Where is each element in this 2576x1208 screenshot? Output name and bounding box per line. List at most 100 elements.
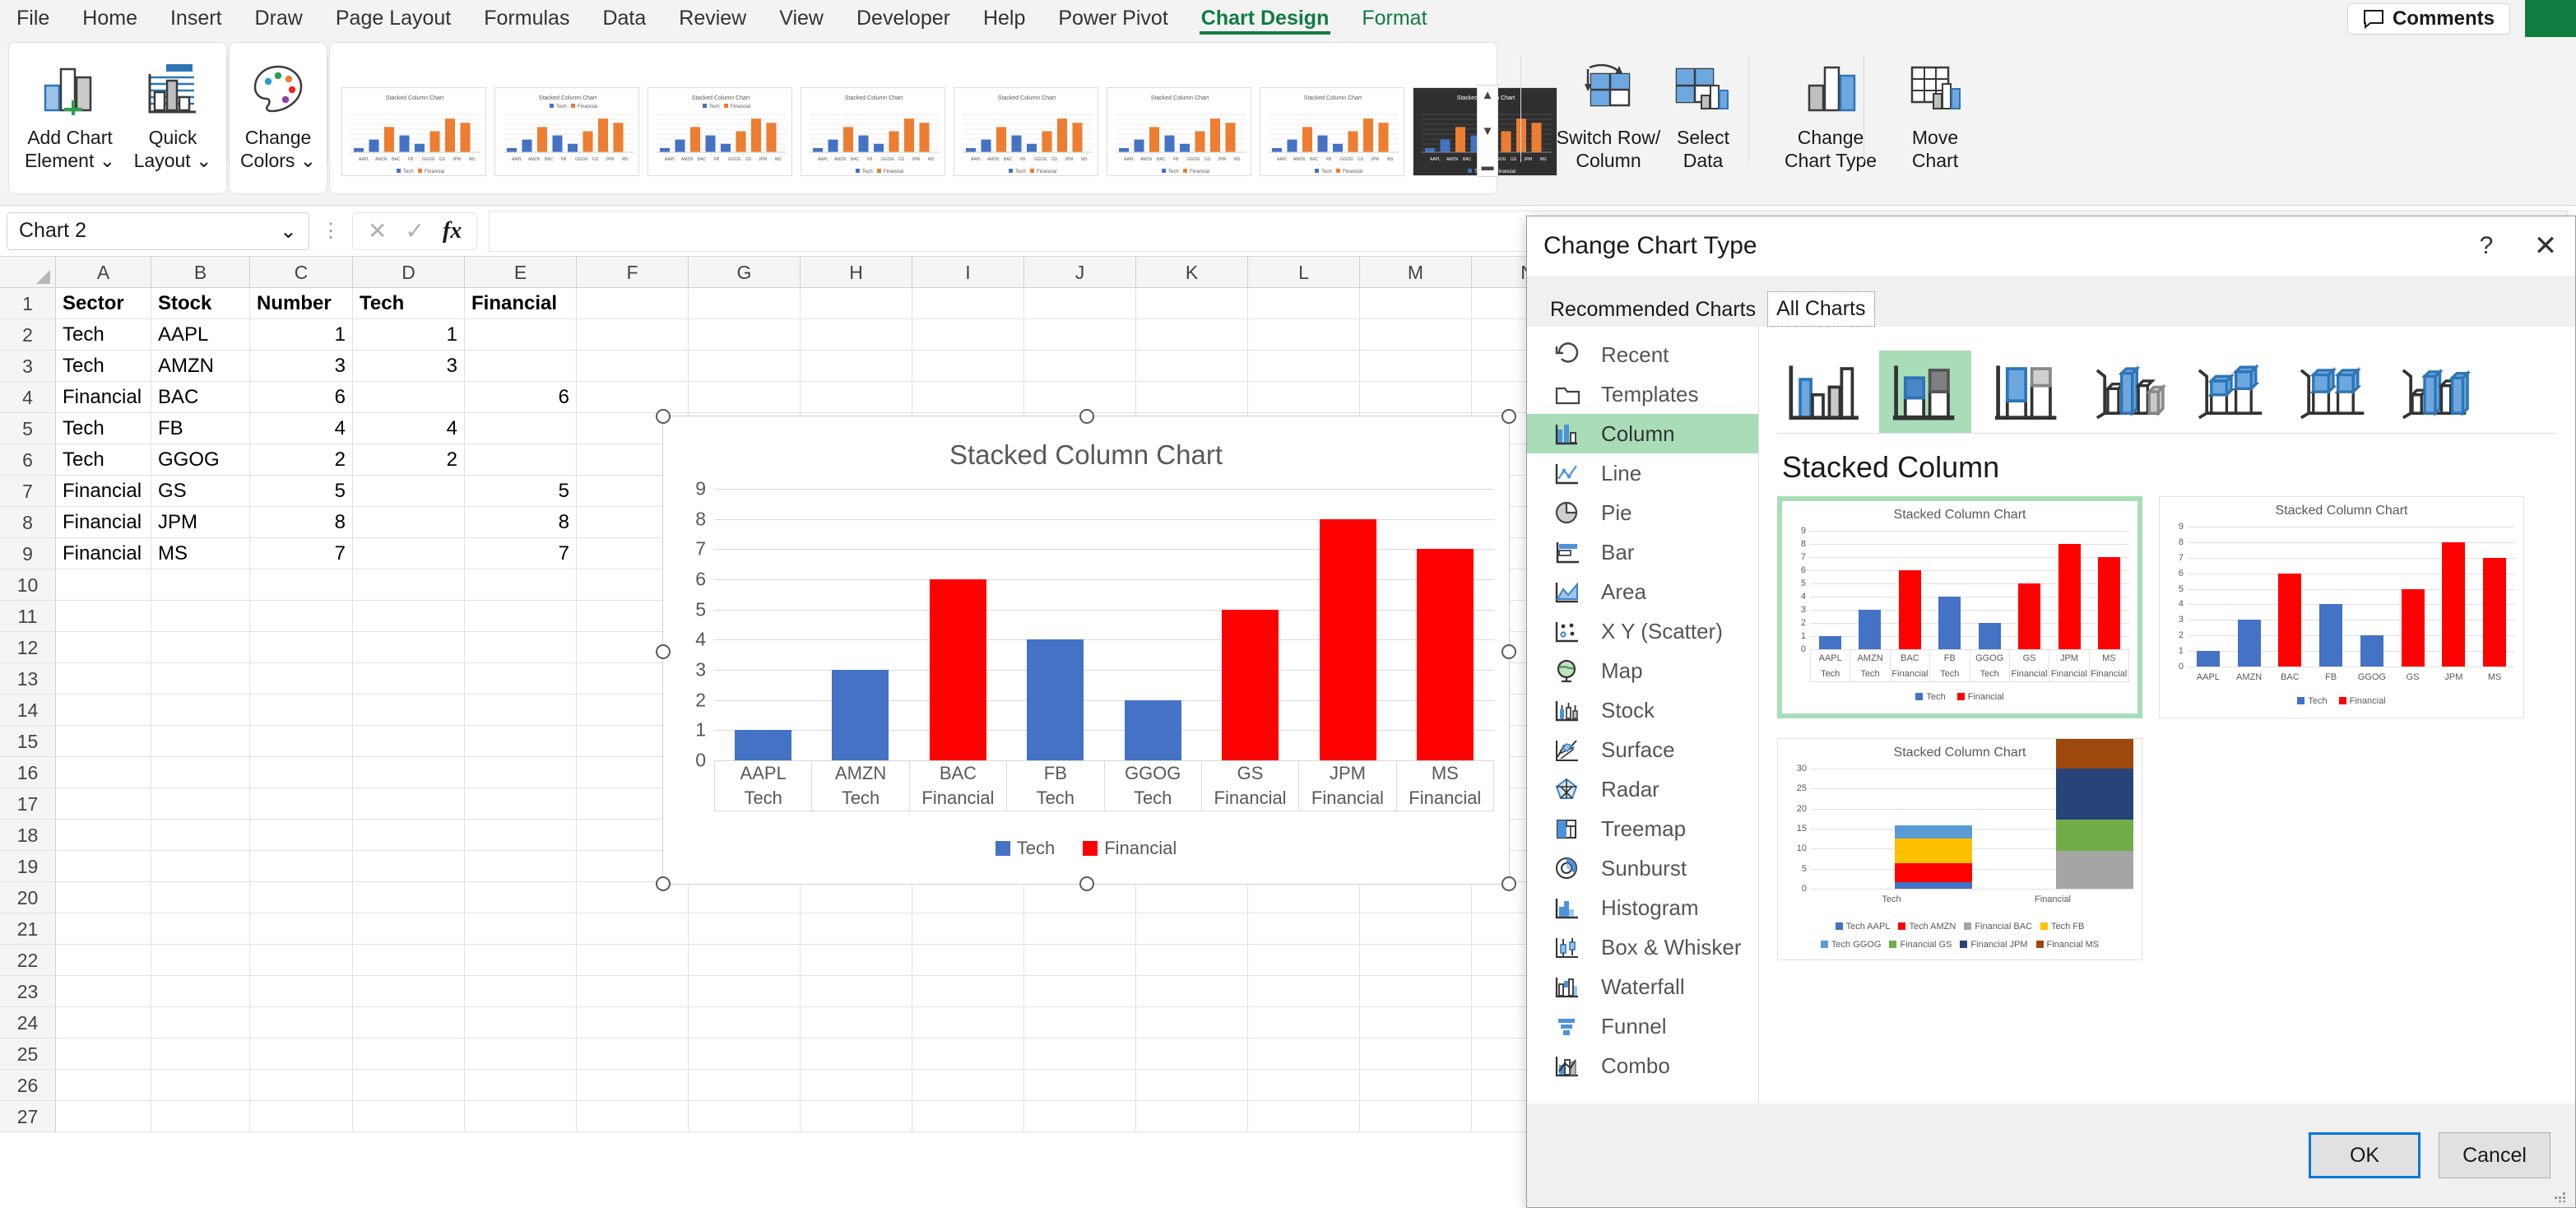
cell-L21[interactable] [1248,913,1360,945]
chart-styles-scroll[interactable]: ▲ ▼ ▬ [1477,85,1498,177]
cell-H24[interactable] [801,1007,912,1038]
move-chart-button[interactable]: Move Chart [1869,49,2001,180]
chart-category-sunburst[interactable]: Sunburst [1527,848,1758,888]
chart-style-thumbnail[interactable]: Stacked Column Chart AAPL AMZN BAC FB GGOG… [1107,87,1251,176]
cell-G4[interactable] [689,382,801,413]
cell-M4[interactable] [1360,382,1472,413]
cell-B5[interactable]: FB [151,413,250,444]
cell-E27[interactable] [465,1101,577,1132]
gallery-scroll-up[interactable]: ▲ [1482,86,1494,105]
cancel-button[interactable]: Cancel [2439,1132,2550,1178]
cell-A9[interactable]: Financial [56,538,151,569]
cell-E9[interactable]: 7 [465,538,577,569]
cell-C14[interactable] [250,695,353,726]
cell-D3[interactable]: 3 [353,351,465,382]
row-header-13[interactable]: 13 [0,663,56,695]
column-header-I[interactable]: I [912,257,1024,288]
cell-A11[interactable] [56,601,151,632]
cell-K4[interactable] [1136,382,1248,413]
cell-F20[interactable] [577,882,689,913]
cell-B22[interactable] [151,945,250,976]
chevron-down-icon[interactable]: ⌄ [280,219,297,244]
cell-B7[interactable]: GS [151,476,250,507]
cell-K2[interactable] [1136,319,1248,351]
cell-J22[interactable] [1024,945,1136,976]
ribbon-tab-page-layout[interactable]: Page Layout [319,0,467,37]
chart-style-thumbnail[interactable]: Stacked Column Chart Tech Financial AAPL A… [647,87,792,176]
cell-I22[interactable] [912,945,1024,976]
column-header-L[interactable]: L [1248,257,1360,288]
row-header-8[interactable]: 8 [0,507,56,538]
chart-category-recent[interactable]: Recent [1527,335,1758,374]
cell-H21[interactable] [801,913,912,945]
cell-C6[interactable]: 2 [250,444,353,476]
cell-H2[interactable] [801,319,912,351]
chart-category-column[interactable]: Column [1527,414,1758,453]
3d-column-icon[interactable] [2389,351,2481,433]
cell-D27[interactable] [353,1101,465,1132]
cell-H26[interactable] [801,1070,912,1101]
cell-A27[interactable] [56,1101,151,1132]
cell-C24[interactable] [250,1007,353,1038]
chart-category-pie[interactable]: Pie [1527,493,1758,532]
chart-category-x-y-scatter[interactable]: X Y (Scatter) [1527,611,1758,651]
cell-F22[interactable] [577,945,689,976]
cell-G2[interactable] [689,319,801,351]
cell-I25[interactable] [912,1038,1024,1070]
ribbon-tab-help[interactable]: Help [967,0,1042,37]
cell-M2[interactable] [1360,319,1472,351]
row-header-26[interactable]: 26 [0,1070,56,1101]
chart-category-area[interactable]: Area [1527,572,1758,611]
cell-B15[interactable] [151,726,250,757]
cell-A20[interactable] [56,882,151,913]
share-button[interactable] [2525,0,2576,37]
cell-E25[interactable] [465,1038,577,1070]
cell-H3[interactable] [801,351,912,382]
cell-L23[interactable] [1248,976,1360,1007]
chart-bar[interactable] [1417,549,1474,760]
column-header-K[interactable]: K [1136,257,1248,288]
cell-J4[interactable] [1024,382,1136,413]
chart-category-waterfall[interactable]: Waterfall [1527,967,1758,1006]
ribbon-tab-file[interactable]: File [0,0,66,37]
chart-bar[interactable] [1027,639,1084,760]
select-all-corner[interactable] [0,257,56,288]
cell-H22[interactable] [801,945,912,976]
cell-D4[interactable] [353,382,465,413]
cell-A17[interactable] [56,788,151,820]
cell-B10[interactable] [151,569,250,601]
cell-D6[interactable]: 2 [353,444,465,476]
cell-J1[interactable] [1024,288,1136,319]
cell-B13[interactable] [151,663,250,695]
cell-E1[interactable]: Financial [465,288,577,319]
cell-M22[interactable] [1360,945,1472,976]
cell-C5[interactable]: 4 [250,413,353,444]
ribbon-tab-chart-design[interactable]: Chart Design [1185,0,1346,37]
column-header-B[interactable]: B [151,257,250,288]
row-header-27[interactable]: 27 [0,1101,56,1132]
chart-style-thumbnail[interactable]: Stacked Column Chart AAPL AMZN BAC FB GGOG… [341,87,486,176]
cell-E22[interactable] [465,945,577,976]
row-header-21[interactable]: 21 [0,913,56,945]
chart-category-map[interactable]: Map [1527,651,1758,690]
cell-H4[interactable] [801,382,912,413]
cell-I3[interactable] [912,351,1024,382]
cell-G22[interactable] [689,945,801,976]
cell-E24[interactable] [465,1007,577,1038]
cell-E4[interactable]: 6 [465,382,577,413]
chart-category-treemap[interactable]: Treemap [1527,809,1758,848]
ribbon-tab-view[interactable]: View [763,0,840,37]
cell-E17[interactable] [465,788,577,820]
insert-function-icon[interactable]: fx [443,218,462,244]
cell-L3[interactable] [1248,351,1360,382]
cell-I23[interactable] [912,976,1024,1007]
cell-C11[interactable] [250,601,353,632]
chart-bar[interactable] [1124,699,1181,760]
ribbon-tab-formulas[interactable]: Formulas [467,0,586,37]
ribbon-tab-data[interactable]: Data [586,0,662,37]
row-header-20[interactable]: 20 [0,882,56,913]
cell-J26[interactable] [1024,1070,1136,1101]
cell-D7[interactable] [353,476,465,507]
cell-B16[interactable] [151,757,250,788]
column-header-J[interactable]: J [1024,257,1136,288]
